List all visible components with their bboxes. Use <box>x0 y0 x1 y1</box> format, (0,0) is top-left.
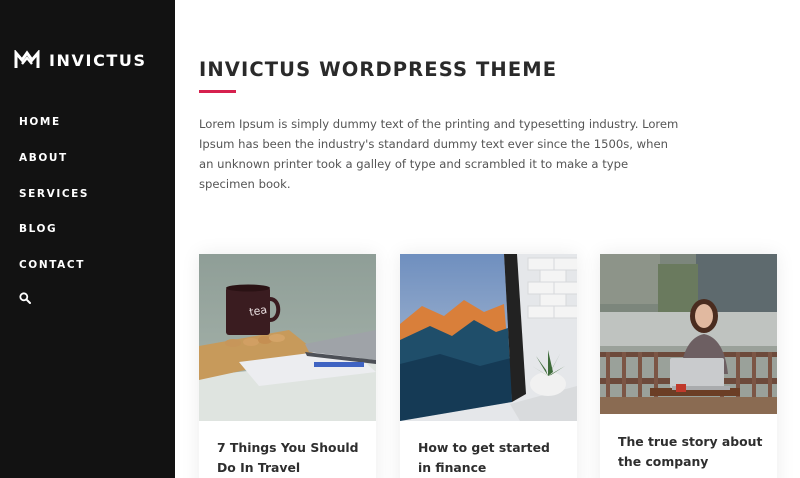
search-icon[interactable] <box>19 292 31 304</box>
brand-name: INVICTUS <box>49 50 147 70</box>
nav-link-blog[interactable]: BLOG <box>19 222 57 236</box>
monitor-mountain-wallpaper-photo <box>400 254 577 421</box>
brand-logo[interactable]: INVICTUS <box>14 50 147 70</box>
nav-link-about[interactable]: ABOUT <box>19 151 68 165</box>
nav-item-blog: BLOG <box>19 219 89 255</box>
nav-item-about: ABOUT <box>19 148 89 184</box>
post-title[interactable]: The true story about the company <box>618 432 763 472</box>
post-image[interactable] <box>400 254 577 421</box>
nav-link-services[interactable]: SERVICES <box>19 187 89 201</box>
post-title[interactable]: 7 Things You Should Do In Travel <box>217 438 362 478</box>
post-image[interactable] <box>600 254 777 414</box>
post-image[interactable]: tea <box>199 254 376 421</box>
intro-text: Lorem Ipsum is simply dummy text of the … <box>199 117 679 191</box>
invictus-m-logo-icon <box>14 50 40 68</box>
page-title: INVICTUS WORDPRESS THEME <box>199 58 558 81</box>
nav-link-contact[interactable]: CONTACT <box>19 258 85 272</box>
nav-item-contact: CONTACT <box>19 255 89 291</box>
coffee-mug-desk-photo: tea <box>199 254 376 421</box>
title-underline <box>199 90 236 93</box>
woman-laptop-outdoor-photo <box>600 254 777 414</box>
nav-link-home[interactable]: HOME <box>19 115 61 129</box>
sidebar: INVICTUS HOME ABOUT SERVICES BLOG CONTAC… <box>0 0 175 478</box>
nav-item-services: SERVICES <box>19 184 89 220</box>
post-card[interactable]: How to get started in finance <box>400 254 577 478</box>
nav-item-home: HOME <box>19 112 89 148</box>
post-title[interactable]: How to get started in finance <box>418 438 563 478</box>
post-card[interactable]: tea 7 Things You Should Do In Travel <box>199 254 376 478</box>
post-card[interactable]: The true story about the company <box>600 254 777 478</box>
main-nav: HOME ABOUT SERVICES BLOG CONTACT <box>19 112 89 291</box>
